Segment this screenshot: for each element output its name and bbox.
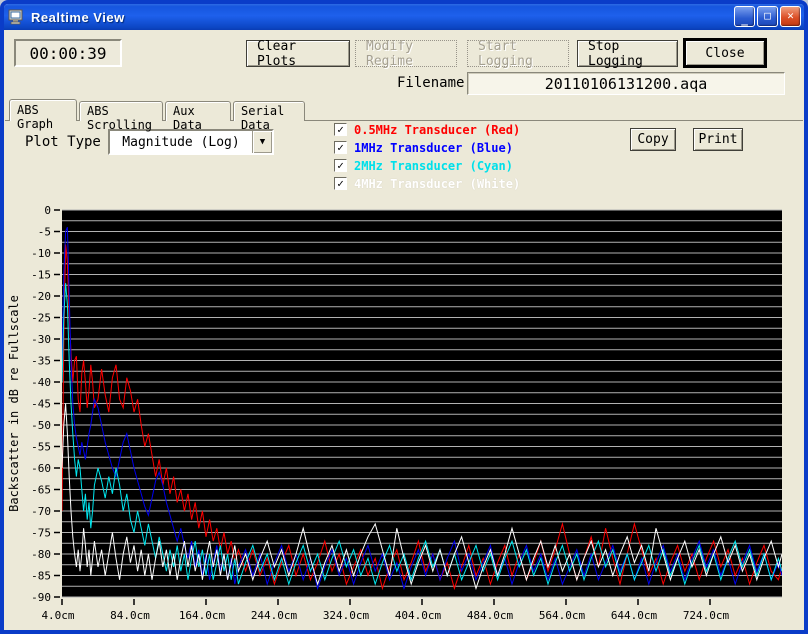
copy-button[interactable]: Copy bbox=[630, 128, 676, 151]
start-logging-button: Start Logging bbox=[467, 40, 569, 67]
svg-text:-65: -65 bbox=[31, 484, 51, 497]
clear-plots-button[interactable]: Clear Plots bbox=[246, 40, 350, 67]
maximize-button[interactable]: □ bbox=[757, 6, 778, 27]
check-icon: ✓ bbox=[337, 124, 344, 135]
transducer-label-4mhz: 4MHz Transducer (White) bbox=[354, 177, 520, 191]
titlebar[interactable]: Realtime View _ □ ✕ bbox=[4, 4, 804, 30]
svg-text:164.0cm: 164.0cm bbox=[179, 609, 226, 622]
svg-text:-80: -80 bbox=[31, 548, 51, 561]
transducer-checkbox-0.5mhz[interactable]: ✓ bbox=[334, 123, 347, 136]
svg-text:724.0cm: 724.0cm bbox=[683, 609, 730, 622]
svg-text:484.0cm: 484.0cm bbox=[467, 609, 514, 622]
transducer-checkbox-1mhz[interactable]: ✓ bbox=[334, 141, 347, 154]
check-icon: ✓ bbox=[337, 178, 344, 189]
minimize-icon: _ bbox=[741, 14, 748, 25]
svg-text:-5: -5 bbox=[38, 226, 51, 239]
svg-text:-70: -70 bbox=[31, 505, 51, 518]
svg-text:244.0cm: 244.0cm bbox=[251, 609, 298, 622]
tab-abs-graph[interactable]: ABS Graph bbox=[9, 99, 77, 121]
tab-abs-scrolling[interactable]: ABS Scrolling bbox=[79, 101, 163, 121]
filename-label: Filename bbox=[397, 75, 464, 91]
svg-text:564.0cm: 564.0cm bbox=[539, 609, 586, 622]
close-icon: ✕ bbox=[787, 10, 794, 21]
abs-graph-chart: 0 -5 -10 -15 -20 -25 -30 -35 -40 -45 -50 -55 -60 -65 -… bbox=[4, 195, 804, 630]
chart-region: 0 -5 -10 -15 -20 -25 -30 -35 -40 -45 -50 -55 -60 -65 -… bbox=[4, 195, 804, 630]
transducer-label-1mhz: 1MHz Transducer (Blue) bbox=[354, 141, 513, 155]
svg-text:-85: -85 bbox=[31, 570, 51, 583]
tabstrip: ABS Graph ABS Scrolling Aux Data Serial … bbox=[5, 99, 803, 121]
transducer-checkbox-2mhz[interactable]: ✓ bbox=[334, 159, 347, 172]
minimize-button[interactable]: _ bbox=[734, 6, 755, 27]
svg-text:404.0cm: 404.0cm bbox=[395, 609, 442, 622]
svg-text:-30: -30 bbox=[31, 333, 51, 346]
dropdown-button[interactable]: ▼ bbox=[252, 131, 272, 153]
transducer-label-0.5mhz: 0.5MHz Transducer (Red) bbox=[354, 123, 520, 137]
realtime-view-window: Realtime View _ □ ✕ 00:00:39 Clear Plots… bbox=[0, 0, 808, 634]
app-icon bbox=[8, 9, 26, 25]
chevron-down-icon: ▼ bbox=[260, 137, 265, 147]
svg-text:-10: -10 bbox=[31, 247, 51, 260]
elapsed-time-display: 00:00:39 bbox=[14, 39, 122, 67]
maximize-icon: □ bbox=[764, 10, 771, 21]
svg-text:-50: -50 bbox=[31, 419, 51, 432]
filename-field[interactable]: 20110106131200.aqa bbox=[467, 72, 785, 95]
svg-text:-55: -55 bbox=[31, 441, 51, 454]
svg-text:-75: -75 bbox=[31, 527, 51, 540]
plot-type-value: Magnitude (Log) bbox=[110, 131, 252, 153]
plot-type-dropdown[interactable]: Magnitude (Log) ▼ bbox=[108, 129, 274, 155]
svg-text:-35: -35 bbox=[31, 355, 51, 368]
window-title: Realtime View bbox=[31, 10, 125, 25]
modify-regime-button: Modify Regime bbox=[355, 40, 457, 67]
svg-text:84.0cm: 84.0cm bbox=[110, 609, 150, 622]
svg-text:-25: -25 bbox=[31, 312, 51, 325]
svg-text:0: 0 bbox=[44, 204, 51, 217]
transducer-checkbox-4mhz[interactable]: ✓ bbox=[334, 177, 347, 190]
tab-aux-data[interactable]: Aux Data bbox=[165, 101, 231, 121]
tab-serial-data[interactable]: Serial Data bbox=[233, 101, 305, 121]
check-icon: ✓ bbox=[337, 160, 344, 171]
transducer-label-2mhz: 2MHz Transducer (Cyan) bbox=[354, 159, 513, 173]
client-area: 00:00:39 Clear Plots Modify Regime Start… bbox=[4, 30, 804, 630]
svg-text:-45: -45 bbox=[31, 398, 51, 411]
svg-text:-60: -60 bbox=[31, 462, 51, 475]
stop-logging-button[interactable]: Stop Logging bbox=[577, 40, 678, 67]
close-button[interactable]: Close bbox=[683, 38, 767, 68]
close-window-button[interactable]: ✕ bbox=[780, 6, 801, 27]
print-button[interactable]: Print bbox=[693, 128, 743, 151]
svg-text:-40: -40 bbox=[31, 376, 51, 389]
svg-text:-90: -90 bbox=[31, 591, 51, 604]
svg-text:Backscatter in dB re Fullscale: Backscatter in dB re Fullscale bbox=[7, 295, 21, 512]
svg-text:-15: -15 bbox=[31, 269, 51, 282]
svg-text:644.0cm: 644.0cm bbox=[611, 609, 658, 622]
check-icon: ✓ bbox=[337, 142, 344, 153]
plot-type-label: Plot Type bbox=[25, 134, 101, 150]
svg-text:324.0cm: 324.0cm bbox=[323, 609, 370, 622]
svg-text:-20: -20 bbox=[31, 290, 51, 303]
svg-text:4.0cm: 4.0cm bbox=[41, 609, 74, 622]
